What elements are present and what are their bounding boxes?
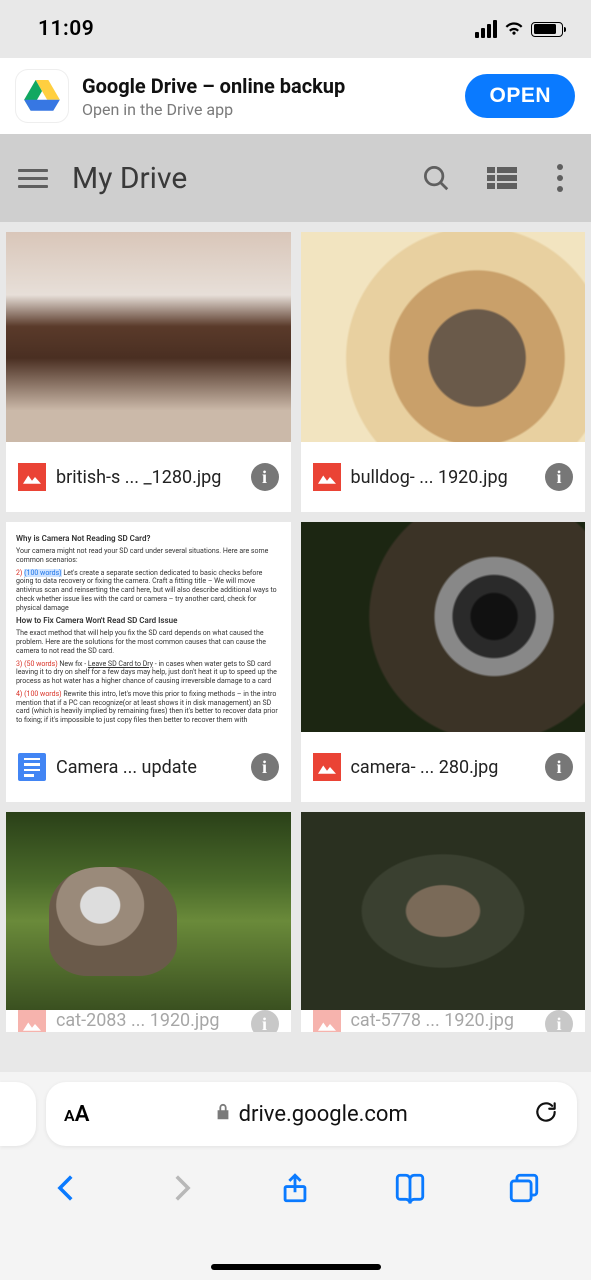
status-time: 11:09 (38, 17, 94, 41)
file-name: camera- ... 280.jpg (351, 757, 536, 778)
image-file-icon (18, 463, 46, 491)
bookmarks-icon[interactable] (393, 1171, 427, 1209)
battery-icon (531, 22, 563, 37)
reload-icon[interactable] (533, 1099, 559, 1129)
info-icon[interactable]: i (545, 753, 573, 781)
wifi-icon (503, 18, 525, 40)
file-thumbnail: Why is Camera Not Reading SD Card? Your … (6, 522, 291, 732)
share-icon[interactable] (278, 1171, 312, 1209)
file-thumbnail (6, 812, 291, 1010)
google-drive-logo-icon (16, 70, 68, 122)
file-tile[interactable]: british-s ... _1280.jpg i (6, 232, 291, 512)
info-icon[interactable]: i (545, 463, 573, 491)
status-bar: 11:09 (0, 0, 591, 58)
browser-chrome: AA drive.google.com (0, 1072, 591, 1280)
file-thumbnail (301, 232, 586, 442)
file-name: cat-5778 ... 1920.jpg (351, 1010, 536, 1031)
info-icon[interactable]: i (545, 1010, 573, 1032)
page-title: My Drive (72, 161, 391, 196)
lock-icon (215, 1103, 231, 1125)
back-button[interactable] (50, 1171, 84, 1209)
file-grid[interactable]: british-s ... _1280.jpg i bulldog- ... 1… (0, 226, 591, 1072)
url-text: drive.google.com (239, 1102, 408, 1127)
file-thumbnail (301, 522, 586, 732)
tabs-icon[interactable] (507, 1171, 541, 1209)
info-icon[interactable]: i (251, 463, 279, 491)
info-icon[interactable]: i (251, 753, 279, 781)
file-tile[interactable]: bulldog- ... 1920.jpg i (301, 232, 586, 512)
banner-subtitle: Open in the Drive app (82, 100, 451, 119)
file-tile[interactable]: cat-5778 ... 1920.jpg i (301, 812, 586, 1032)
file-name: british-s ... _1280.jpg (56, 467, 241, 488)
home-indicator[interactable] (211, 1264, 381, 1270)
previous-tab-edge[interactable] (0, 1082, 36, 1146)
more-options-icon[interactable] (547, 158, 573, 198)
drive-toolbar: My Drive (0, 134, 591, 222)
banner-title: Google Drive – online backup (82, 74, 451, 98)
file-name: bulldog- ... 1920.jpg (351, 467, 536, 488)
image-file-icon (313, 753, 341, 781)
file-name: cat-2083 ... 1920.jpg (56, 1010, 241, 1031)
image-file-icon (18, 1010, 46, 1032)
file-tile[interactable]: cat-2083 ... 1920.jpg i (6, 812, 291, 1032)
file-thumbnail (6, 232, 291, 442)
menu-icon[interactable] (18, 169, 48, 188)
text-size-icon[interactable]: AA (64, 1102, 89, 1127)
image-file-icon (313, 463, 341, 491)
address-bar[interactable]: AA drive.google.com (46, 1082, 577, 1146)
search-icon[interactable] (415, 157, 457, 199)
image-file-icon (313, 1010, 341, 1032)
file-name: Camera ... update (56, 757, 241, 778)
cellular-signal-icon (475, 20, 497, 38)
file-tile[interactable]: Why is Camera Not Reading SD Card? Your … (6, 522, 291, 802)
open-app-button[interactable]: OPEN (465, 74, 575, 118)
forward-button (164, 1171, 198, 1209)
docs-file-icon (18, 753, 46, 781)
list-view-icon[interactable] (481, 161, 523, 195)
app-install-banner: Google Drive – online backup Open in the… (0, 58, 591, 134)
status-icons (475, 18, 563, 40)
file-thumbnail (301, 812, 586, 1010)
file-tile[interactable]: camera- ... 280.jpg i (301, 522, 586, 802)
info-icon[interactable]: i (251, 1010, 279, 1032)
